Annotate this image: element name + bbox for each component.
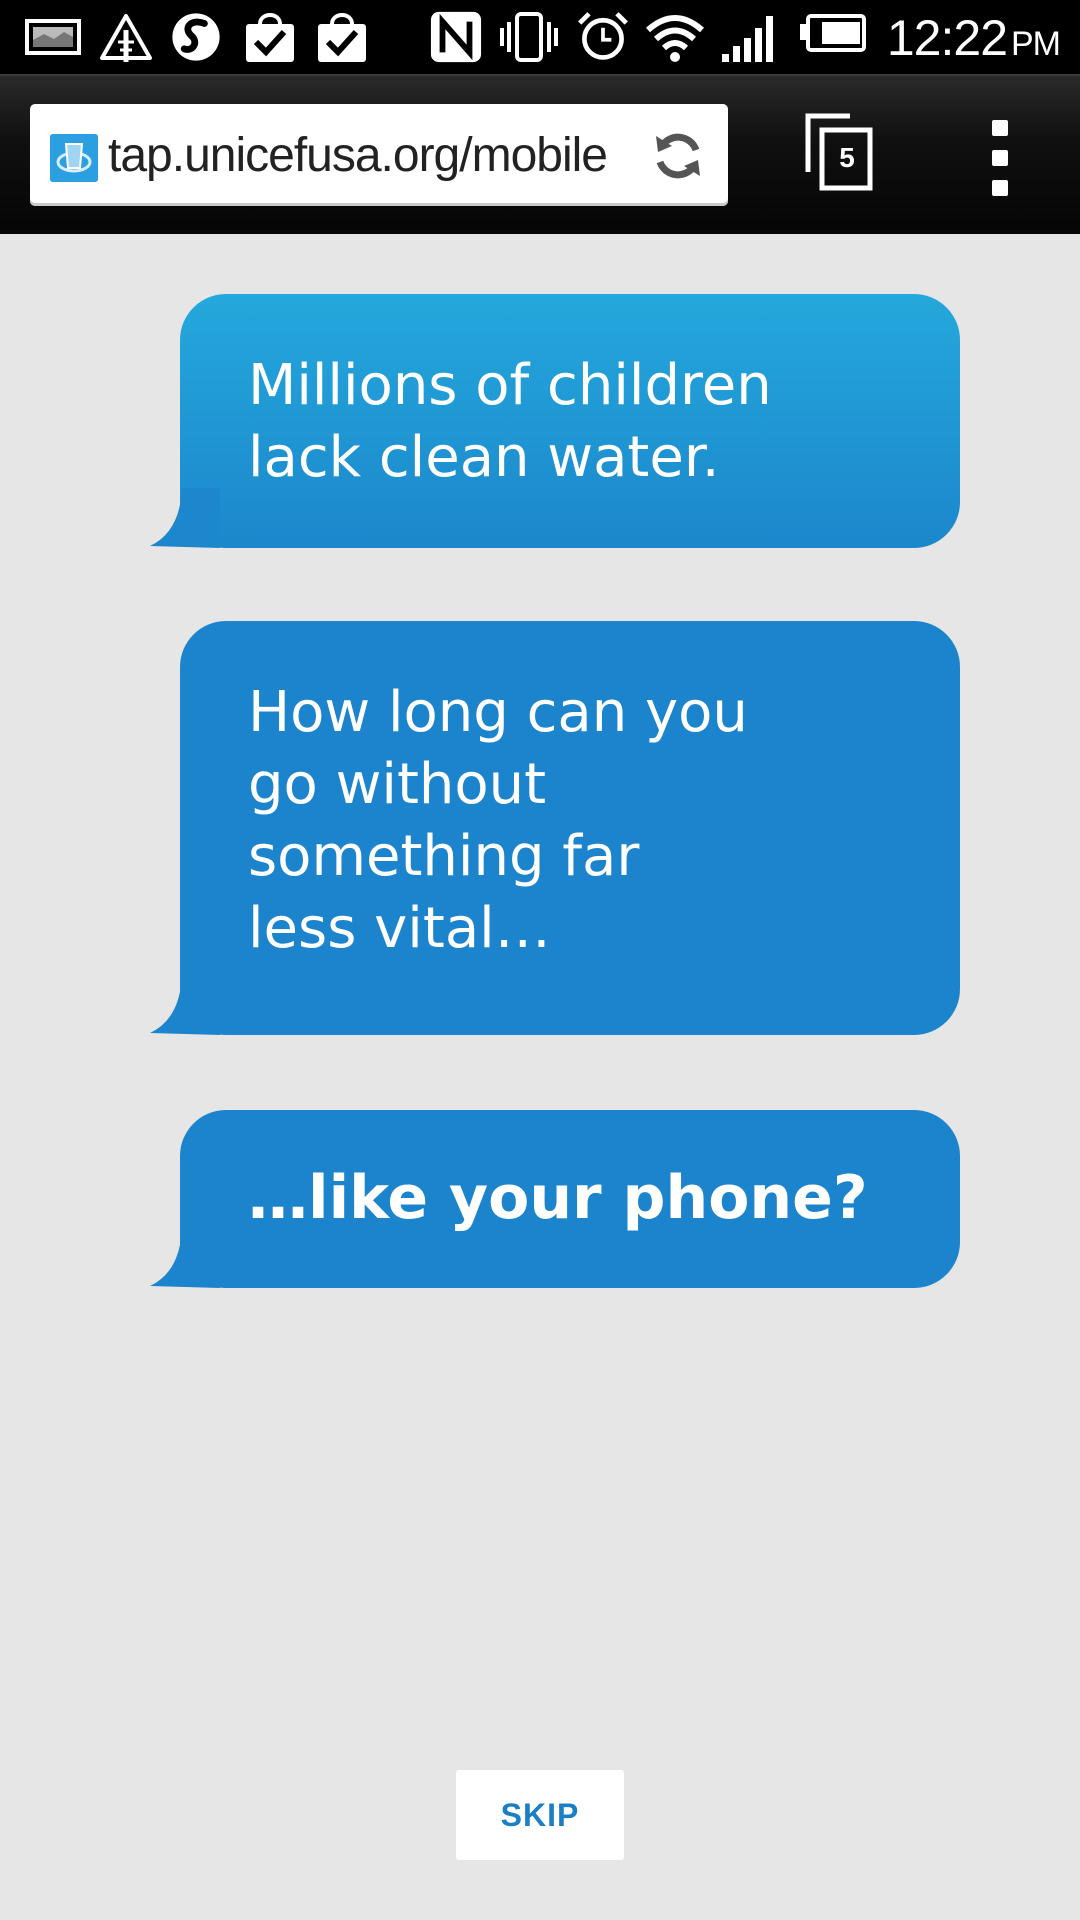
shopping-bag-check-icon <box>318 13 366 62</box>
reload-icon[interactable] <box>650 128 706 184</box>
overflow-menu-button[interactable] <box>978 120 1022 196</box>
tabs-button[interactable]: 5 <box>804 110 876 194</box>
alarm-icon <box>578 12 628 60</box>
message-bubble: Millions of children lack clean water. <box>150 294 960 548</box>
s-app-icon <box>172 13 220 61</box>
clock-ampm: PM <box>1011 25 1061 63</box>
page-content: Millions of children lack clean water. H… <box>0 234 1080 1920</box>
clock-time: 12:22 <box>886 10 1008 66</box>
message-bubble: How long can you go without something fa… <box>150 621 960 1035</box>
wifi-icon <box>646 15 704 62</box>
vibrate-icon <box>500 12 558 62</box>
menu-dot-icon <box>992 120 1008 136</box>
bubble-tail <box>150 1228 220 1288</box>
address-bar[interactable]: tap.unicefusa.org/mobile <box>30 104 728 206</box>
clock: 12:22 PM <box>886 8 1061 68</box>
url-text[interactable]: tap.unicefusa.org/mobile <box>108 126 608 186</box>
browser-toolbar: tap.unicefusa.org/mobile 5 <box>0 74 1080 234</box>
status-bar: 12:22 PM <box>0 0 1080 74</box>
alert-icon <box>100 14 152 62</box>
message-text: Millions of children lack clean water. <box>248 353 772 490</box>
site-favicon-icon <box>50 134 98 182</box>
message-bubble: …like your phone? <box>150 1110 960 1288</box>
battery-icon <box>800 14 866 52</box>
signal-icon <box>722 16 773 62</box>
skip-button[interactable]: SKIP <box>456 1770 624 1860</box>
gallery-icon <box>25 19 81 55</box>
message-text: …like your phone? <box>248 1163 868 1233</box>
menu-dot-icon <box>992 180 1008 196</box>
bubble-tail <box>150 975 220 1035</box>
shopping-bag-check-icon <box>246 13 294 62</box>
message-text: How long can you go without something fa… <box>248 680 748 961</box>
menu-dot-icon <box>992 150 1008 166</box>
nfc-icon <box>430 11 482 63</box>
bubble-tail <box>150 488 220 548</box>
tabs-count: 5 <box>839 142 855 173</box>
